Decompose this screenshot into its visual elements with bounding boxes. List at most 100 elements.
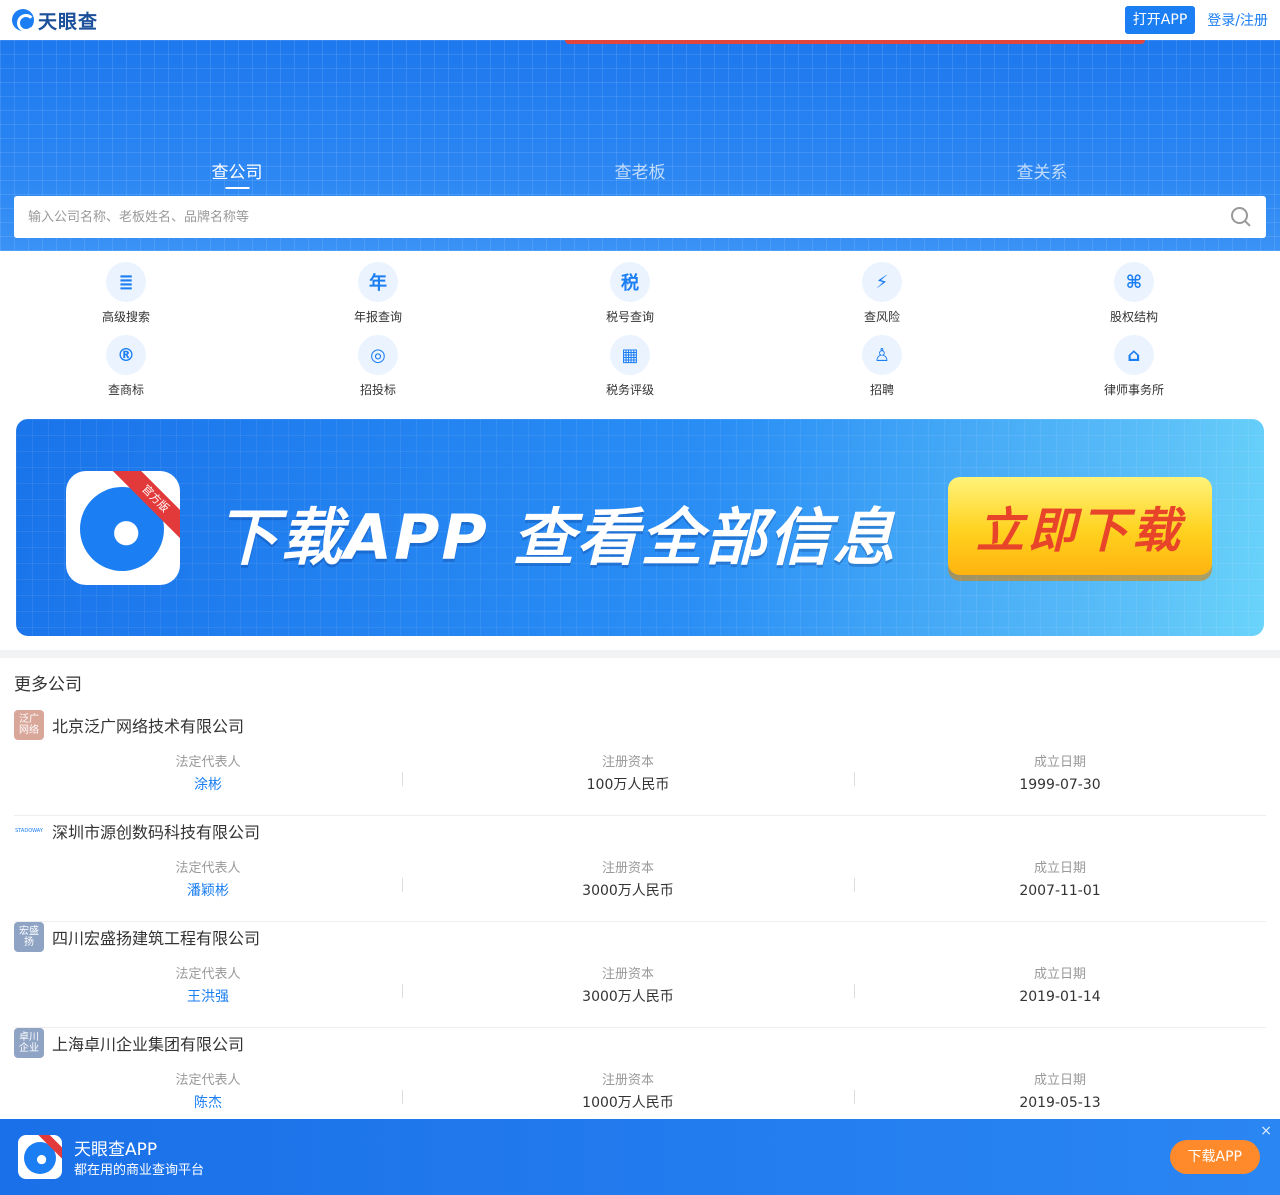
app-logo-icon: 官方版 [66, 471, 180, 585]
bidding-icon: ◎ [358, 335, 398, 375]
legal-rep-stat: 法定代表人 涂彬 [14, 752, 402, 796]
search-input[interactable] [28, 209, 1230, 225]
stat-label: 法定代表人 [175, 967, 241, 982]
feature-label: 高级搜索 [101, 310, 150, 324]
open-app-button[interactable]: 打开APP [1124, 6, 1196, 34]
annual-report-icon: 年 [358, 262, 398, 302]
company-header: 泛广网络 北京泛广网络技术有限公司 [14, 710, 1266, 740]
legal-rep-stat: 法定代表人 潘颖彬 [14, 858, 402, 902]
close-icon[interactable]: × [1260, 1123, 1272, 1139]
site-logo[interactable]: 天眼查 [12, 7, 98, 34]
stat-label: 法定代表人 [175, 1073, 241, 1088]
company-stats: 法定代表人 潘颖彬 注册资本 3000万人民币 成立日期 2007-11-01 [14, 858, 1266, 902]
section-title: 更多公司 [14, 675, 82, 695]
equity-structure-icon: ⌘ [1114, 262, 1154, 302]
founded-date: 2019-01-14 [1019, 989, 1101, 1005]
stat-label: 成立日期 [1033, 1073, 1086, 1088]
capital-stat: 注册资本 100万人民币 [402, 752, 854, 796]
company-card[interactable]: 泛广网络 北京泛广网络技术有限公司 法定代表人 涂彬 注册资本 100万人民币 … [14, 710, 1266, 816]
risk-icon: ⚡ [862, 262, 902, 302]
company-card[interactable]: STADOWAY 深圳市源创数码科技有限公司 法定代表人 潘颖彬 注册资本 30… [14, 816, 1266, 922]
banner-headline: 下载APP 查看全部信息 [216, 501, 897, 574]
legal-rep-stat: 法定代表人 陈杰 [14, 1070, 402, 1114]
stat-label: 注册资本 [601, 967, 654, 982]
tab-search-boss[interactable]: 查老板 [615, 158, 666, 183]
stat-label: 成立日期 [1033, 967, 1086, 982]
company-logo: STADOWAY [15, 827, 43, 834]
company-header: 卓川企业 上海卓川企业集团有限公司 [14, 1028, 1266, 1058]
capital-stat: 注册资本 3000万人民币 [402, 858, 854, 902]
company-header: STADOWAY 深圳市源创数码科技有限公司 [14, 816, 1266, 846]
download-now-button[interactable]: 立即下载 [948, 477, 1212, 575]
feature-grid: ≣ 高级搜索 年 年报查询 税 税号查询 ⚡ 查风险 ⌘ 股权结构 ® 查商标 … [0, 262, 1280, 408]
legal-rep-link[interactable]: 王洪强 [14, 986, 402, 1008]
search-tabs: 查公司 查老板 查关系 [0, 158, 1280, 188]
feature-label: 股权结构 [1109, 310, 1158, 324]
capital-value: 100万人民币 [586, 777, 670, 793]
feature-row: ® 查商标 ◎ 招投标 ▦ 税务评级 ♙ 招聘 ⌂ 律师事务所 [0, 335, 1280, 408]
company-logo: 卓川企业 [14, 1028, 44, 1058]
tab-search-company[interactable]: 查公司 [212, 158, 263, 183]
company-card[interactable]: 宏盛扬 四川宏盛扬建筑工程有限公司 法定代表人 王洪强 注册资本 3000万人民… [14, 922, 1266, 1028]
app-subtitle: 都在用的商业查询平台 [74, 1163, 205, 1178]
founded-date: 1999-07-30 [1019, 777, 1101, 793]
feature-tax-id[interactable]: 税 税号查询 [504, 262, 756, 335]
more-companies-section: 更多公司 泛广网络 北京泛广网络技术有限公司 法定代表人 涂彬 注册资本 100… [14, 658, 1266, 1134]
capital-value: 1000万人民币 [582, 1095, 674, 1111]
founded-stat: 成立日期 1999-07-30 [854, 752, 1266, 796]
hero-accent-bar [565, 40, 1145, 44]
stat-label: 注册资本 [601, 861, 654, 876]
download-app-banner[interactable]: 官方版 下载APP 查看全部信息 立即下载 [16, 419, 1264, 636]
section-divider [0, 650, 1280, 658]
feature-bidding[interactable]: ◎ 招投标 [252, 335, 504, 408]
feature-trademark[interactable]: ® 查商标 [0, 335, 252, 408]
feature-risk[interactable]: ⚡ 查风险 [756, 262, 1008, 335]
legal-rep-stat: 法定代表人 王洪强 [14, 964, 402, 1008]
feature-label: 招投标 [359, 383, 396, 397]
company-name[interactable]: 北京泛广网络技术有限公司 [52, 713, 244, 737]
download-app-button[interactable]: 下载APP [1169, 1140, 1260, 1174]
founded-date: 2019-05-13 [1019, 1095, 1101, 1111]
app-download-bar: 天眼查APP 都在用的商业查询平台 下载APP × [0, 1119, 1280, 1195]
recruitment-icon: ♙ [862, 335, 902, 375]
feature-law-firm[interactable]: ⌂ 律师事务所 [1008, 335, 1260, 408]
legal-rep-link[interactable]: 涂彬 [14, 774, 402, 796]
hero-search-section: 查公司 查老板 查关系 [0, 40, 1280, 251]
company-name[interactable]: 上海卓川企业集团有限公司 [52, 1031, 244, 1055]
logo-text: 天眼查 [38, 10, 99, 33]
login-register-link[interactable]: 登录/注册 [1207, 10, 1268, 30]
feature-label: 税号查询 [605, 310, 654, 324]
feature-row: ≣ 高级搜索 年 年报查询 税 税号查询 ⚡ 查风险 ⌘ 股权结构 [0, 262, 1280, 335]
feature-annual-report[interactable]: 年 年报查询 [252, 262, 504, 335]
feature-label: 招聘 [869, 383, 894, 397]
stat-label: 法定代表人 [175, 861, 241, 876]
stat-label: 注册资本 [601, 1073, 654, 1088]
feature-advanced-search[interactable]: ≣ 高级搜索 [0, 262, 252, 335]
company-name[interactable]: 深圳市源创数码科技有限公司 [52, 819, 260, 843]
founded-stat: 成立日期 2007-11-01 [854, 858, 1266, 902]
feature-label: 税务评级 [605, 383, 654, 397]
tax-id-icon: 税 [610, 262, 650, 302]
feature-label: 年报查询 [353, 310, 402, 324]
search-icon[interactable] [1230, 206, 1252, 228]
tax-rating-icon: ▦ [610, 335, 650, 375]
capital-value: 3000万人民币 [582, 883, 674, 899]
tab-search-relation[interactable]: 查关系 [1017, 158, 1068, 183]
feature-tax-rating[interactable]: ▦ 税务评级 [504, 335, 756, 408]
company-logo: 泛广网络 [14, 710, 44, 740]
capital-value: 3000万人民币 [582, 989, 674, 1005]
feature-label: 律师事务所 [1103, 383, 1164, 397]
feature-equity-structure[interactable]: ⌘ 股权结构 [1008, 262, 1260, 335]
company-name[interactable]: 四川宏盛扬建筑工程有限公司 [52, 925, 260, 949]
capital-stat: 注册资本 1000万人民币 [402, 1070, 854, 1114]
app-title: 天眼查APP [74, 1140, 158, 1160]
legal-rep-link[interactable]: 潘颖彬 [14, 880, 402, 902]
top-bar: 天眼查 打开APP 登录/注册 [0, 0, 1280, 40]
legal-rep-link[interactable]: 陈杰 [14, 1092, 402, 1114]
feature-recruitment[interactable]: ♙ 招聘 [756, 335, 1008, 408]
company-stats: 法定代表人 王洪强 注册资本 3000万人民币 成立日期 2019-01-14 [14, 964, 1266, 1008]
stat-label: 成立日期 [1033, 755, 1086, 770]
company-logo: 宏盛扬 [14, 922, 44, 952]
company-header: 宏盛扬 四川宏盛扬建筑工程有限公司 [14, 922, 1266, 952]
search-bar [14, 196, 1266, 238]
